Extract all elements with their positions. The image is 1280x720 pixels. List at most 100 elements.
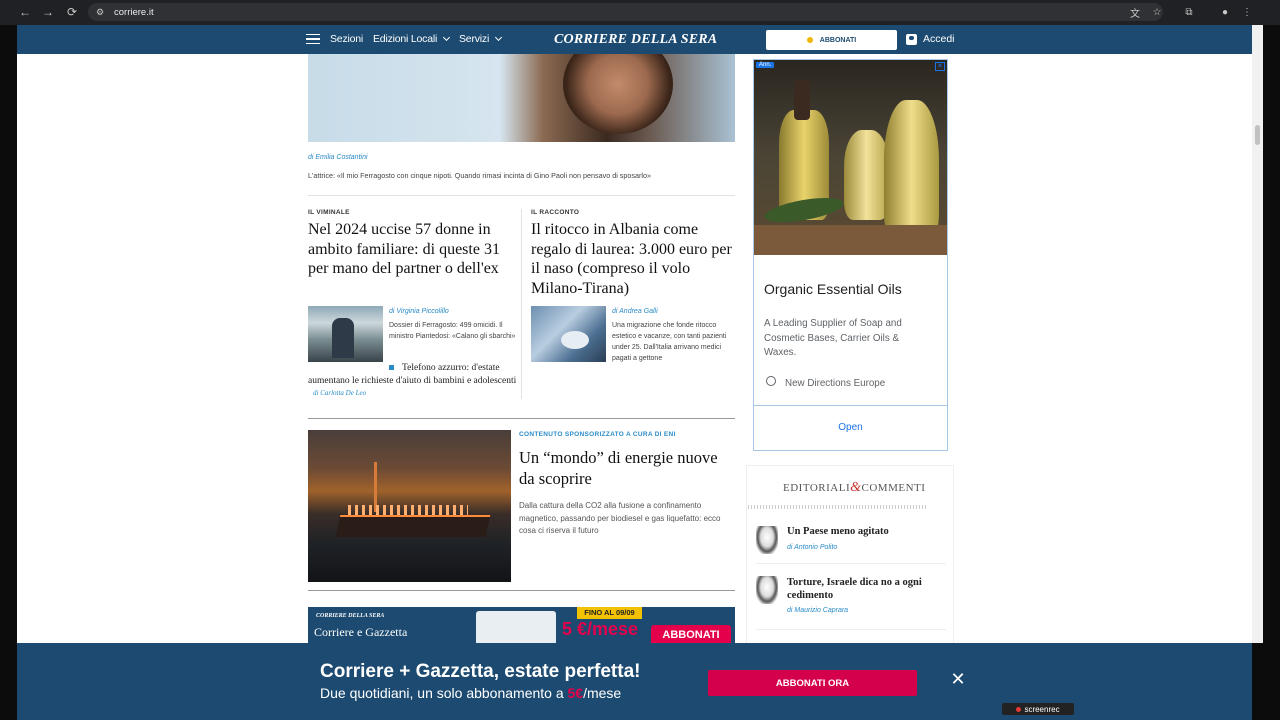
divider	[308, 418, 735, 419]
story-author[interactable]: di Virginia Piccolillo	[389, 308, 449, 315]
figure-shape	[332, 318, 354, 358]
chevron-down-icon	[495, 33, 503, 42]
promo-price: 5 €/mese	[562, 619, 639, 639]
author-portrait[interactable]	[756, 526, 778, 554]
extensions-icon[interactable]: ⧉	[1180, 3, 1198, 21]
abbonati-ora-button[interactable]: ABBONATI ORA	[708, 670, 917, 696]
edizioni-locali-menu[interactable]: Edizioni Locali	[373, 33, 451, 45]
ad-title[interactable]: Organic Essential Oils	[764, 281, 902, 297]
reload-icon[interactable]: ⟳	[61, 1, 83, 23]
promo-badge: FINO AL 09/09	[577, 607, 642, 619]
divider	[754, 405, 947, 406]
translate-icon[interactable]: 文	[1126, 3, 1144, 21]
cork-shape	[794, 80, 810, 120]
ad-label: Ann.	[756, 62, 775, 68]
sponsored-image[interactable]	[308, 430, 511, 582]
patient-shape	[561, 331, 589, 349]
devices-graphic	[476, 611, 556, 643]
related-link[interactable]: Telefono azzurro: d'estate aumentano le …	[308, 362, 518, 400]
story-headline[interactable]: Il ritocco in Albania come regalo di lau…	[531, 220, 741, 298]
menu-kebab-icon[interactable]: ⋮	[1238, 3, 1256, 21]
bookmark-star-icon[interactable]: ☆	[1148, 3, 1166, 21]
top-story-author[interactable]: di Emilia Costantini	[308, 154, 368, 161]
banner-title: Corriere + Gazzetta, estate perfetta!	[320, 661, 641, 682]
divider	[756, 563, 946, 564]
back-icon[interactable]: ←	[14, 1, 36, 23]
story-summary[interactable]: Dossier di Ferragosto: 499 omicidi. Il m…	[389, 320, 519, 342]
portrait-shape	[563, 54, 673, 134]
chevron-down-icon	[443, 33, 451, 42]
site-settings-icon[interactable]: ⚙	[96, 7, 106, 17]
related-author: di Carlotta De Leo	[313, 389, 367, 397]
scrollbar-thumb[interactable]	[1255, 125, 1260, 145]
promo-brand: CORRIERE DELLA SERA	[316, 613, 385, 619]
site-header: Sezioni Edizioni Locali Servizi CORRIERE…	[17, 25, 1252, 54]
column-divider	[521, 209, 522, 399]
divider	[308, 590, 735, 591]
profile-icon[interactable]: ●	[1216, 3, 1234, 21]
user-icon	[906, 33, 917, 45]
yellow-dot-icon	[806, 37, 813, 43]
editorials-title: EDITORIALI&COMMENTI	[783, 480, 925, 496]
divider	[756, 629, 946, 630]
promo-cta[interactable]: ABBONATI	[651, 625, 731, 643]
editorial-headline[interactable]: Un Paese meno agitato	[787, 525, 947, 538]
lights-shape	[348, 505, 468, 515]
url-text: corriere.it	[114, 6, 154, 18]
banner-subtitle-text: Due quotidiani, un solo abbonamento a	[320, 685, 568, 701]
screen-recorder-watermark: screenrec	[1002, 703, 1074, 715]
promo-title: Corriere e Gazzetta	[314, 625, 408, 639]
screen: ← → ⟳ ⚙ corriere.it 文 ☆ ⧉ ● ⋮ Sezioni Ed…	[0, 0, 1280, 720]
top-story-summary[interactable]: L'attrice: «Il mio Ferragosto con cinque…	[308, 170, 735, 181]
close-icon[interactable]: ✕	[949, 670, 967, 688]
editorial-author[interactable]: di Maurizio Caprara	[787, 607, 848, 614]
ampersand: &	[850, 480, 862, 495]
banner-subtitle: Due quotidiani, un solo abbonamento a 5€…	[320, 685, 621, 701]
ad-choices-icon[interactable]: ✕	[935, 62, 945, 71]
browser-toolbar: ← → ⟳ ⚙ corriere.it 文 ☆ ⧉ ● ⋮	[0, 0, 1280, 25]
story-summary[interactable]: Una migrazione che fonde ritocco estetic…	[612, 320, 737, 364]
edizioni-label: Edizioni Locali	[373, 33, 438, 45]
banner-price: 5€	[567, 685, 584, 701]
abbonati-button[interactable]: ABBONATI	[766, 30, 897, 50]
editorials-title-a: EDITORIALI	[783, 482, 851, 494]
site-logo[interactable]: CORRIERE DELLA SERA	[554, 32, 717, 48]
sections-menu-button[interactable]: Sezioni	[306, 33, 363, 45]
editorials-title-b: COMMENTI	[861, 482, 926, 494]
editorial-headline[interactable]: Torture, Israele dica no a ogni cediment…	[787, 576, 947, 602]
story-headline[interactable]: Nel 2024 uccise 57 donne in ambito famil…	[308, 220, 518, 279]
globe-icon	[766, 376, 776, 386]
sections-label: Sezioni	[330, 33, 364, 45]
recorder-label: screenrec	[1024, 704, 1060, 714]
dotted-rule	[748, 505, 926, 509]
story-thumbnail[interactable]	[531, 306, 606, 362]
author-portrait[interactable]	[756, 576, 778, 604]
top-story-image[interactable]	[308, 54, 735, 142]
story-author[interactable]: di Andrea Galli	[612, 308, 658, 315]
sponsored-headline[interactable]: Un “mondo” di energie nuove da scoprire	[519, 447, 719, 489]
table-shape	[754, 225, 947, 255]
page-viewport: Sezioni Edizioni Locali Servizi CORRIERE…	[17, 25, 1252, 643]
forward-icon[interactable]: →	[37, 1, 59, 23]
ad-open-button[interactable]: Open	[754, 422, 947, 433]
advertisement[interactable]: Ann. ✕ Organic Essential Oils A Leading …	[753, 59, 948, 451]
servizi-menu[interactable]: Servizi	[459, 33, 503, 45]
sponsored-summary[interactable]: Dalla cattura della CO2 alla fusione a c…	[519, 500, 735, 538]
record-dot-icon	[1016, 706, 1022, 712]
sponsored-kicker: CONTENUTO SPONSORIZZATO A CURA DI ENI	[519, 431, 676, 438]
subscription-promo[interactable]: CORRIERE DELLA SERA Corriere e Gazzetta …	[308, 607, 735, 643]
login-button[interactable]: Accedi	[906, 33, 955, 45]
bullet-square-icon	[389, 365, 394, 370]
divider	[308, 195, 735, 196]
address-bar[interactable]: ⚙ corriere.it	[88, 3, 1163, 21]
subscription-banner: Corriere + Gazzetta, estate perfetta! Du…	[17, 643, 1252, 720]
related-link-text: Telefono azzurro: d'estate aumentano le …	[308, 363, 517, 386]
ad-image[interactable]: Ann. ✕	[754, 60, 947, 255]
ad-description: A Leading Supplier of Soap and Cosmetic …	[764, 318, 902, 358]
story-thumbnail[interactable]	[308, 306, 383, 362]
servizi-label: Servizi	[459, 33, 490, 45]
hamburger-icon	[306, 34, 320, 44]
scrollbar[interactable]	[1252, 25, 1263, 643]
bottle-shape	[844, 130, 889, 220]
editorial-author[interactable]: di Antonio Polito	[787, 544, 837, 551]
